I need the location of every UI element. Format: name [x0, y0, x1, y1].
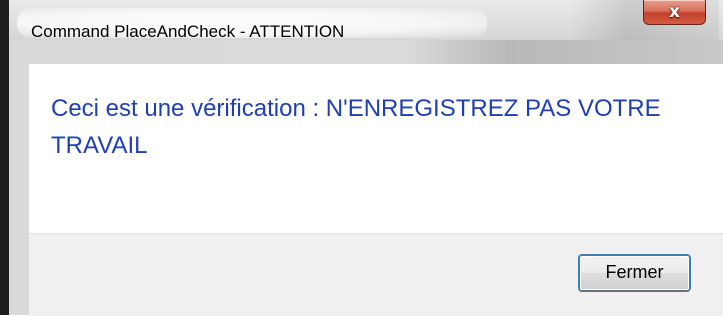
dialog-body: Ceci est une vérification : N'ENREGISTRE… [29, 64, 723, 316]
dialog-footer: Fermer [29, 233, 723, 316]
warning-message: Ceci est une vérification : N'ENREGISTRE… [51, 95, 661, 159]
window-title: Command PlaceAndCheck - ATTENTION [31, 22, 345, 41]
fermer-button[interactable]: Fermer [579, 255, 690, 291]
close-icon: x [669, 2, 680, 22]
window-close-button[interactable]: x [643, 0, 706, 25]
dialog-window: Command PlaceAndCheck - ATTENTION x Ceci… [0, 0, 723, 316]
title-bar[interactable]: Command PlaceAndCheck - ATTENTION x [9, 0, 723, 41]
